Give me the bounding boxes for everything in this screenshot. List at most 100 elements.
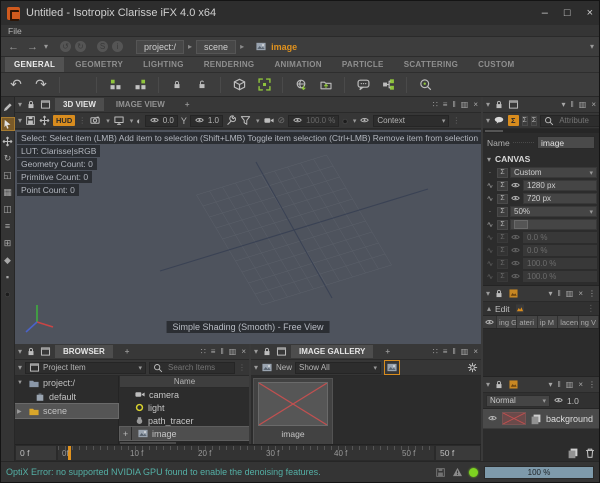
tree-caret-icon[interactable]: ▶ xyxy=(17,408,25,415)
canvas-section-header[interactable]: ▾CANVAS xyxy=(483,152,599,166)
sigma-icon[interactable]: Σ xyxy=(497,259,508,269)
package-button[interactable] xyxy=(230,76,248,94)
eye-icon[interactable] xyxy=(510,181,521,190)
toolbar-menu-icon[interactable]: ▾ xyxy=(254,363,258,372)
history-dropdown-icon[interactable]: ▾ xyxy=(44,42,48,51)
layout-columns-icon[interactable]: ▥ xyxy=(461,100,469,109)
record-icon[interactable] xyxy=(263,115,275,126)
sigma-icon[interactable]: Σ xyxy=(497,272,508,282)
attr-scrollbar[interactable] xyxy=(483,129,599,133)
edit-column-0[interactable]: ing G xyxy=(497,316,517,328)
tab-geometry[interactable]: GEOMETRY xyxy=(66,57,132,72)
close-panel-icon[interactable]: × xyxy=(241,347,246,356)
tree-item-scene[interactable]: ▶scene xyxy=(15,404,118,418)
layout-quad-icon[interactable]: ∷ xyxy=(201,347,206,356)
comment-button[interactable] xyxy=(354,76,372,94)
sigma-icon[interactable]: Σ xyxy=(497,181,508,191)
dropdown-caret-icon[interactable]: ▾ xyxy=(589,208,593,216)
track-selection-button[interactable] xyxy=(416,76,434,94)
gallery-filter-select[interactable]: Show All▾ xyxy=(295,362,381,374)
attribute-value[interactable]: 720 px xyxy=(523,193,597,204)
image-layers-icon[interactable] xyxy=(508,379,519,390)
comment-icon[interactable] xyxy=(493,115,505,126)
maximize-button[interactable]: □ xyxy=(564,7,571,19)
delete-button[interactable] xyxy=(69,76,87,94)
hud-toggle[interactable]: HUD xyxy=(53,115,75,126)
filter-icon[interactable] xyxy=(240,115,251,126)
new-image-button[interactable]: New xyxy=(261,362,292,373)
toolbar-menu-icon[interactable]: ▾ xyxy=(18,363,22,372)
tab-lighting[interactable]: LIGHTING xyxy=(134,57,193,72)
edit-column-3[interactable]: lacen xyxy=(558,316,578,328)
export-context-button[interactable] xyxy=(317,76,335,94)
close-panel-icon[interactable]: × xyxy=(578,380,583,389)
delete-layer-icon[interactable] xyxy=(584,447,596,459)
info-icon[interactable]: i xyxy=(112,41,123,52)
tree-item-default[interactable]: default xyxy=(15,390,118,404)
viewport-3d[interactable]: Select: Select item (LMB) Add item to se… xyxy=(15,130,481,344)
gallery-thumbnail[interactable]: image xyxy=(254,379,332,445)
lock-icon[interactable] xyxy=(494,379,504,390)
tool-sphere[interactable]: ● xyxy=(2,288,14,300)
undo-button[interactable]: ↶ xyxy=(7,76,25,94)
current-frame-box[interactable]: 0 f xyxy=(15,445,57,461)
adjust-icon[interactable]: ◐ xyxy=(136,116,141,126)
instantiate-button[interactable] xyxy=(106,76,124,94)
tree-item-project[interactable]: ▼project:/ xyxy=(15,376,118,390)
shading-layer-icon[interactable] xyxy=(508,288,519,299)
toolbar-menu-icon[interactable]: ▾ xyxy=(486,116,490,125)
add-gallery-tab-button[interactable]: + xyxy=(377,345,398,358)
layout-columns-icon[interactable]: ▥ xyxy=(566,289,574,298)
eye-icon[interactable] xyxy=(510,233,521,242)
eye-icon[interactable] xyxy=(553,396,564,405)
close-panel-icon[interactable]: × xyxy=(473,100,478,109)
panel-dropdown-icon[interactable]: ▾ xyxy=(548,380,552,389)
panel-more-icon[interactable]: ⋮ xyxy=(588,380,596,389)
navbar-dropdown-icon[interactable]: ▾ xyxy=(590,42,594,51)
edit-column-1[interactable]: ateri xyxy=(517,316,537,328)
save-view-icon[interactable] xyxy=(25,115,36,126)
panel-icon[interactable] xyxy=(276,346,287,357)
row-more-icon[interactable]: ⋮ xyxy=(587,303,596,314)
lock-icon[interactable] xyxy=(494,288,504,299)
sigma-icon[interactable]: Σ xyxy=(497,220,508,230)
layout-columns-icon[interactable]: ▥ xyxy=(566,380,574,389)
eye-icon[interactable] xyxy=(510,259,521,268)
forward-icon[interactable]: → xyxy=(25,41,40,53)
panel-dropdown-icon[interactable]: ▾ xyxy=(548,289,552,298)
layer-chart-icon[interactable] xyxy=(514,303,526,314)
panel-dropdown-icon[interactable]: ▾ xyxy=(561,100,565,109)
list-item-light[interactable]: light xyxy=(120,401,249,414)
sigma-copy-icon[interactable]: Σ xyxy=(531,116,537,126)
tab-general[interactable]: GENERAL xyxy=(5,57,64,72)
edit-column-4[interactable]: ng V xyxy=(579,316,599,328)
layout-rows-icon[interactable]: ≡ xyxy=(443,100,448,109)
layout-columns-icon[interactable]: ▥ xyxy=(461,347,469,356)
tab-image-view[interactable]: IMAGE VIEW xyxy=(108,98,173,111)
snapshot-icon[interactable]: S xyxy=(97,41,108,52)
node-graph-button[interactable] xyxy=(379,76,397,94)
list-item-camera[interactable]: camera xyxy=(120,388,249,401)
layout-quad-icon[interactable]: ∷ xyxy=(433,347,438,356)
add-view-tab-button[interactable]: + xyxy=(177,98,198,111)
layer-visibility-icon[interactable] xyxy=(487,414,498,423)
tool-scale[interactable]: ◱ xyxy=(2,169,14,181)
exposure-field[interactable]: 0.0 xyxy=(145,115,178,127)
lock-icon[interactable] xyxy=(262,346,272,357)
shading-sphere-icon[interactable]: ● xyxy=(342,116,347,126)
layout-split-icon[interactable]: ‖ xyxy=(220,347,223,356)
tab-rendering[interactable]: RENDERING xyxy=(195,57,264,72)
panel-menu-icon[interactable]: ▾ xyxy=(486,380,490,389)
layer-row-background[interactable]: background xyxy=(483,409,599,429)
toolbar-menu-icon[interactable]: ▾ xyxy=(18,116,22,125)
camera-select-icon[interactable] xyxy=(89,115,101,126)
tool-graph[interactable]: ⊞ xyxy=(2,237,14,249)
show-images-toggle[interactable] xyxy=(384,360,400,375)
tool-rotate[interactable]: ↻ xyxy=(2,152,14,164)
tab-particle[interactable]: PARTICLE xyxy=(333,57,393,72)
layer-opacity[interactable]: 1.0 xyxy=(567,396,579,406)
layout-split-icon[interactable]: ‖ xyxy=(557,380,560,389)
tab-custom[interactable]: CUSTOM xyxy=(469,57,523,72)
add-icon[interactable]: + xyxy=(120,427,132,440)
tool-divider[interactable]: ▪ xyxy=(2,271,14,283)
